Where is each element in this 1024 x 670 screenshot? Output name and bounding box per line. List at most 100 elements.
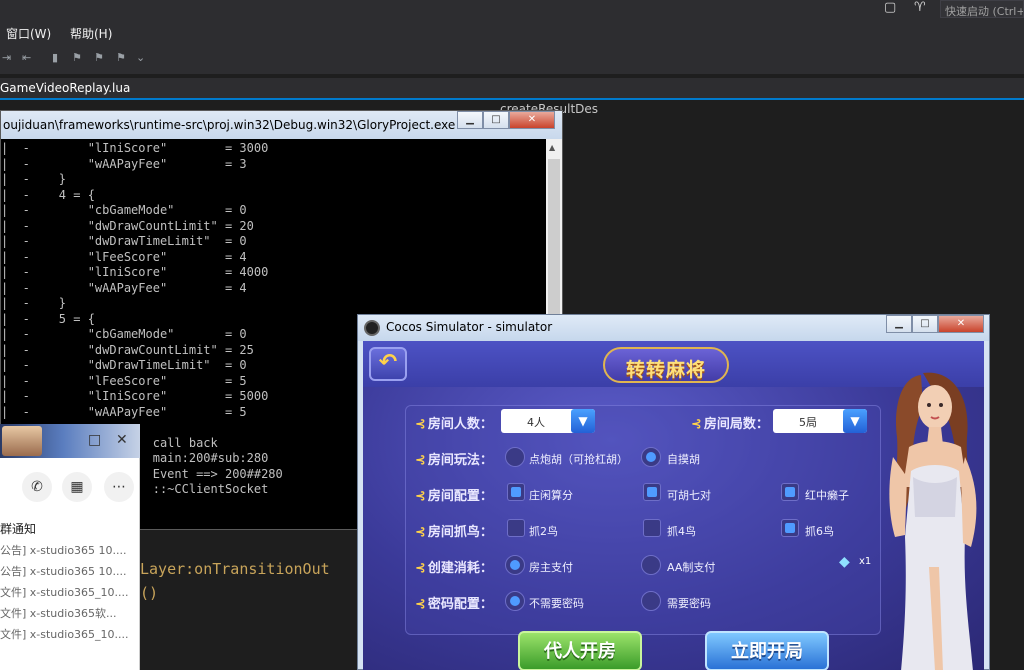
simulator-title: Cocos Simulator - simulator [386, 320, 552, 334]
calendar-icon[interactable]: ▦ [62, 472, 92, 502]
rounds-dropdown[interactable]: 5局 ▼ [773, 409, 867, 433]
mode-option-2-label: 自摸胡 [667, 451, 700, 467]
list-item[interactable]: 文件] x-studio365_10.... [0, 626, 129, 642]
bird-option-1-checkbox[interactable] [507, 519, 525, 537]
close-button[interactable]: ✕ [938, 315, 984, 333]
menu-help[interactable]: 帮助(H) [70, 25, 112, 42]
maximize-button[interactable]: □ [483, 111, 509, 129]
start-now-button[interactable]: 立即开局 [705, 631, 829, 670]
cost-option-2-radio[interactable] [641, 555, 661, 575]
proxy-open-room-button[interactable]: 代人开房 [518, 631, 642, 670]
players-dropdown[interactable]: 4人 ▼ [501, 409, 595, 433]
console-line: | - "lIniScore" = 5000 [1, 389, 268, 404]
code-line: Layer:onTransitionOut [140, 560, 330, 578]
ide-tab-bar: GameVideoReplay.lua [0, 78, 1024, 100]
console-line: | - "dwDrawTimeLimit" = 0 [1, 358, 247, 373]
console-line: | - "lIniScore" = 4000 [1, 265, 268, 280]
indent-icon[interactable]: ⇥ [2, 52, 16, 64]
quick-launch-input[interactable]: 快速启动 (Ctrl+ [940, 0, 1024, 18]
console-line: | - "lIniScore" = 3000 [1, 141, 268, 156]
bird-label: ⊰房间抓鸟： [415, 521, 493, 540]
close-button[interactable]: ✕ [509, 111, 555, 129]
character-illustration [883, 367, 983, 670]
mode-option-1-label: 点炮胡（可抢杠胡） [529, 451, 628, 467]
maximize-button[interactable]: □ [912, 315, 938, 333]
console-line: | - } [1, 296, 66, 311]
console-line: | - "lFeeScore" = 4 [1, 250, 247, 265]
rounds-label: ⊰房间局数： [691, 413, 769, 432]
more-icon[interactable]: ⋯ [104, 472, 134, 502]
config-option-2-checkbox[interactable] [643, 483, 661, 501]
notification-icon[interactable]: ▢ [884, 0, 896, 15]
group-notice-title: 群通知 [0, 520, 36, 537]
bookmark-icon[interactable]: ▮ [52, 52, 66, 64]
restore-icon[interactable]: □ [88, 432, 101, 448]
bird-option-3-checkbox[interactable] [781, 519, 799, 537]
chat-actions: ✆ ▦ ⋯ [0, 468, 140, 508]
bird-option-1-label: 抓2鸟 [529, 523, 558, 539]
close-icon[interactable]: ✕ [116, 432, 128, 448]
list-item[interactable]: 公告] x-studio365 10.... [0, 542, 127, 558]
console-line: | - 4 = { [1, 188, 95, 203]
ide-title-bar: ▢ ♈ 快速启动 (Ctrl+ [0, 0, 1024, 22]
game-title-plate: 转转麻将 [603, 347, 729, 383]
password-option-2-label: 需要密码 [667, 595, 711, 611]
cocos-logo-icon [364, 320, 380, 336]
bird-option-2-checkbox[interactable] [643, 519, 661, 537]
password-option-1-label: 不需要密码 [529, 595, 584, 611]
scroll-thumb[interactable] [548, 159, 560, 339]
mode-option-1-radio[interactable] [505, 447, 525, 467]
list-item[interactable]: 文件] x-studio365软... [0, 605, 117, 621]
tab-game-video-replay[interactable]: GameVideoReplay.lua [0, 78, 130, 98]
console-line: | - } [1, 172, 66, 187]
prev-bookmark-icon[interactable]: ⚑ [72, 52, 86, 64]
phone-icon[interactable]: ✆ [22, 472, 52, 502]
config-option-3-checkbox[interactable] [781, 483, 799, 501]
feedback-icon[interactable]: ♈ [914, 0, 926, 15]
code-line: () [140, 584, 158, 602]
console-line: | - "lFeeScore" = 5 [1, 374, 247, 389]
console-line: | - "wAAPayFee" = 3 [1, 157, 247, 172]
ide-toolbar: ⇥ ⇤ ▮ ⚑ ⚑ ⚑ ⌄ [0, 42, 1024, 74]
scroll-up-icon[interactable]: ▲ [549, 143, 555, 152]
password-option-1-radio[interactable] [505, 591, 525, 611]
password-option-2-radio[interactable] [641, 591, 661, 611]
mode-label: ⊰房间玩法： [415, 449, 493, 468]
diamond-count: x1 [859, 556, 871, 567]
chevron-down-icon[interactable]: ▼ [843, 409, 867, 433]
config-label: ⊰房间配置： [415, 485, 493, 504]
next-bookmark-icon[interactable]: ⚑ [94, 52, 108, 64]
console-line: | - "cbGameMode" = 0 [1, 327, 247, 342]
console-line: | - "wAAPayFee" = 4 [1, 281, 247, 296]
players-value: 4人 [501, 414, 571, 430]
cost-label: ⊰创建消耗： [415, 557, 493, 576]
minimize-button[interactable]: ▁ [457, 111, 483, 129]
rounds-value: 5局 [773, 414, 843, 430]
ide-menu-bar: 窗口(W) 帮助(H) [0, 22, 1024, 42]
chat-banner: □ ✕ [0, 424, 140, 458]
players-label: ⊰房间人数： [415, 413, 493, 432]
console-title-bar[interactable]: oujiduan\frameworks\runtime-src\proj.win… [1, 111, 562, 139]
list-item[interactable]: 文件] x-studio365_10.... [0, 584, 129, 600]
menu-window[interactable]: 窗口(W) [6, 25, 51, 42]
clear-bookmark-icon[interactable]: ⚑ [116, 52, 130, 64]
simulator-title-bar[interactable]: Cocos Simulator - simulator ▁ □ ✕ [358, 315, 989, 341]
bird-option-3-label: 抓6鸟 [805, 523, 834, 539]
console-line: | - "dwDrawCountLimit" = 20 [1, 219, 254, 234]
password-label: ⊰密码配置： [415, 593, 493, 612]
console-line: | - "dwDrawTimeLimit" = 0 [1, 234, 247, 249]
config-option-1-checkbox[interactable] [507, 483, 525, 501]
toolbar-overflow-icon[interactable]: ⌄ [136, 52, 150, 64]
game-title: 转转麻将 [605, 355, 727, 382]
mode-option-2-radio[interactable] [641, 447, 661, 467]
outdent-icon[interactable]: ⇤ [22, 52, 36, 64]
console-title: oujiduan\frameworks\runtime-src\proj.win… [3, 118, 455, 132]
cost-option-1-radio[interactable] [505, 555, 525, 575]
minimize-button[interactable]: ▁ [886, 315, 912, 333]
back-button[interactable]: ↶ [369, 347, 407, 381]
chat-panel: □ ✕ ✆ ▦ ⋯ 群通知 公告] x-studio365 10.... 公告]… [0, 424, 140, 670]
cost-option-1-label: 房主支付 [529, 559, 573, 575]
chevron-down-icon[interactable]: ▼ [571, 409, 595, 433]
cost-option-2-label: AA制支付 [667, 559, 715, 575]
list-item[interactable]: 公告] x-studio365 10.... [0, 563, 127, 579]
